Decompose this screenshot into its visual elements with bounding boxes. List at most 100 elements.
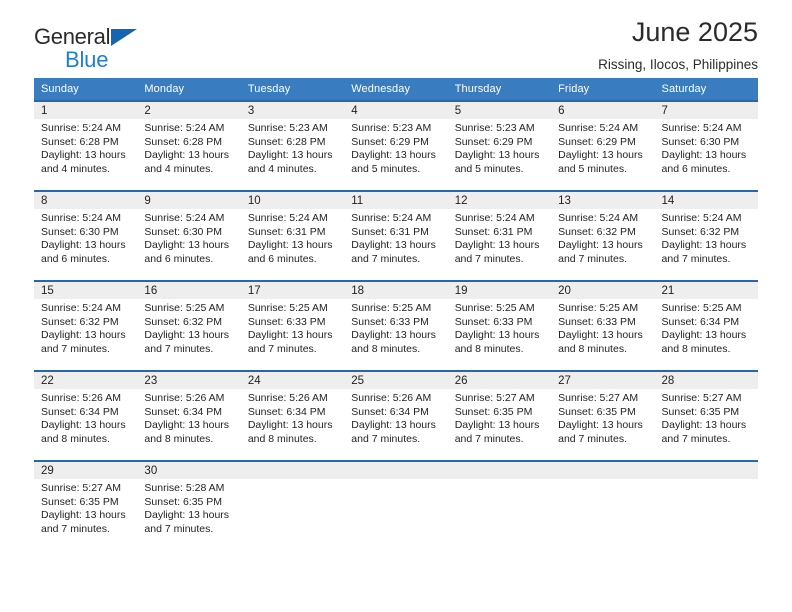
daylight-text-line1: Daylight: 13 hours: [144, 149, 230, 162]
daylight-text-line2: and 7 minutes.: [351, 252, 421, 265]
day-number: [447, 462, 552, 479]
sunset-text: Sunset: 6:35 PM: [41, 495, 119, 508]
daylight-text-line1: Daylight: 13 hours: [247, 419, 333, 432]
day-cell[interactable]: 10 Sunrise: 5:24 AM Sunset: 6:31 PM Dayligh…: [240, 190, 345, 281]
day-cell[interactable]: 24 Sunrise: 5:26 AM Sunset: 6:34 PM Dayligh…: [240, 370, 345, 461]
sunrise-text: Sunrise: 5:27 AM: [661, 392, 742, 404]
day-number: 29: [34, 462, 138, 479]
daylight-text-line1: Daylight: 13 hours: [558, 329, 643, 342]
page-header: General Blue June 2025 Rissing, Ilocos, …: [34, 0, 758, 78]
day-cell-inner: 6 Sunrise: 5:24 AM Sunset: 6:29 PM Daylight…: [551, 102, 655, 190]
sunrise-text: Sunrise: 5:24 AM: [41, 212, 121, 224]
day-cell[interactable]: 8 Sunrise: 5:24 AM Sunset: 6:30 PM Daylight…: [34, 190, 138, 281]
day-number: 23: [137, 372, 241, 389]
day-cell[interactable]: 27 Sunrise: 5:27 AM Sunset: 6:35 PM Dayligh…: [551, 370, 655, 461]
daylight-text-line2: and 7 minutes.: [41, 342, 110, 355]
daylight-text-line1: Daylight: 13 hours: [558, 239, 643, 252]
calendar-week-row: 22 Sunrise: 5:26 AM Sunset: 6:34 PM Dayligh…: [34, 370, 758, 461]
day-cell[interactable]: 11 Sunrise: 5:24 AM Sunset: 6:31 PM Dayligh…: [344, 190, 448, 281]
daylight-text-line1: Daylight: 13 hours: [454, 329, 540, 342]
day-cell[interactable]: 25 Sunrise: 5:26 AM Sunset: 6:34 PM Dayligh…: [344, 370, 448, 461]
day-cell[interactable]: 2 Sunrise: 5:24 AM Sunset: 6:28 PM Daylight…: [137, 100, 241, 191]
day-cell[interactable]: 22 Sunrise: 5:26 AM Sunset: 6:34 PM Dayligh…: [34, 370, 138, 461]
daylight-text-line2: and 6 minutes.: [144, 252, 214, 265]
daylight-text-line2: and 7 minutes.: [351, 432, 421, 445]
day-details: Sunrise: 5:26 AM Sunset: 6:34 PM Daylight:…: [34, 389, 137, 446]
day-cell-empty: [344, 460, 448, 550]
general-blue-logo[interactable]: General Blue: [34, 24, 138, 71]
daylight-text-line2: and 8 minutes.: [247, 432, 317, 445]
daylight-text-line1: Daylight: 13 hours: [247, 149, 333, 162]
day-details: Sunrise: 5:24 AM Sunset: 6:32 PM Daylight:…: [34, 299, 137, 356]
daylight-text-line2: and 7 minutes.: [454, 252, 524, 265]
day-cell[interactable]: 16 Sunrise: 5:25 AM Sunset: 6:32 PM Dayligh…: [137, 280, 241, 371]
sunset-text: Sunset: 6:31 PM: [351, 225, 429, 238]
day-cell[interactable]: 12 Sunrise: 5:24 AM Sunset: 6:31 PM Dayligh…: [447, 190, 552, 281]
day-number: 21: [654, 282, 758, 299]
day-cell[interactable]: 19 Sunrise: 5:25 AM Sunset: 6:33 PM Dayligh…: [447, 280, 552, 371]
day-cell[interactable]: 23 Sunrise: 5:26 AM Sunset: 6:34 PM Dayligh…: [137, 370, 241, 461]
day-cell[interactable]: 13 Sunrise: 5:24 AM Sunset: 6:32 PM Dayligh…: [551, 190, 655, 281]
weekday-header-saturday: Saturday: [654, 78, 758, 101]
day-cell-inner: 28 Sunrise: 5:27 AM Sunset: 6:35 PM Dayligh…: [654, 372, 758, 460]
daylight-text-line2: and 5 minutes.: [558, 162, 627, 175]
sunset-text: Sunset: 6:35 PM: [558, 405, 636, 418]
day-details: Sunrise: 5:25 AM Sunset: 6:33 PM Daylight:…: [448, 299, 551, 356]
day-details: Sunrise: 5:25 AM Sunset: 6:33 PM Daylight:…: [344, 299, 447, 356]
day-cell[interactable]: 5 Sunrise: 5:23 AM Sunset: 6:29 PM Daylight…: [447, 100, 552, 191]
daylight-text-line1: Daylight: 13 hours: [558, 149, 643, 162]
day-details: Sunrise: 5:26 AM Sunset: 6:34 PM Daylight:…: [344, 389, 447, 446]
sunset-text: Sunset: 6:30 PM: [144, 225, 223, 238]
day-number: 4: [344, 102, 448, 119]
day-cell-inner: 5 Sunrise: 5:23 AM Sunset: 6:29 PM Daylight…: [447, 102, 552, 190]
weekday-header-row: Sunday Monday Tuesday Wednesday Thursday…: [34, 78, 758, 101]
day-number: 18: [344, 282, 448, 299]
daylight-text-line2: and 5 minutes.: [454, 162, 524, 175]
day-cell-empty: [654, 460, 758, 550]
sunset-text: Sunset: 6:29 PM: [558, 135, 636, 148]
sunrise-text: Sunrise: 5:24 AM: [144, 122, 225, 134]
day-number: 8: [34, 192, 138, 209]
day-details: Sunrise: 5:25 AM Sunset: 6:34 PM Daylight:…: [655, 299, 758, 356]
day-cell[interactable]: 26 Sunrise: 5:27 AM Sunset: 6:35 PM Dayligh…: [447, 370, 552, 461]
day-cell[interactable]: 6 Sunrise: 5:24 AM Sunset: 6:29 PM Daylight…: [551, 100, 655, 191]
day-cell[interactable]: 17 Sunrise: 5:25 AM Sunset: 6:33 PM Dayligh…: [240, 280, 345, 371]
day-cell[interactable]: 20 Sunrise: 5:25 AM Sunset: 6:33 PM Dayligh…: [551, 280, 655, 371]
daylight-text-line1: Daylight: 13 hours: [661, 419, 747, 432]
day-details: Sunrise: 5:27 AM Sunset: 6:35 PM Daylight:…: [655, 389, 758, 446]
sunset-text: Sunset: 6:30 PM: [41, 225, 119, 238]
day-cell[interactable]: 4 Sunrise: 5:23 AM Sunset: 6:29 PM Daylight…: [344, 100, 448, 191]
daylight-text-line2: and 7 minutes.: [661, 432, 731, 445]
day-cell[interactable]: 14 Sunrise: 5:24 AM Sunset: 6:32 PM Dayligh…: [654, 190, 758, 281]
daylight-text-line1: Daylight: 13 hours: [247, 239, 333, 252]
day-cell[interactable]: 21 Sunrise: 5:25 AM Sunset: 6:34 PM Dayligh…: [654, 280, 758, 371]
daylight-text-line2: and 7 minutes.: [558, 252, 627, 265]
daylight-text-line2: and 4 minutes.: [41, 162, 110, 175]
calendar-page: General Blue June 2025 Rissing, Ilocos, …: [0, 0, 792, 612]
day-cell[interactable]: 30 Sunrise: 5:28 AM Sunset: 6:35 PM Dayligh…: [137, 460, 241, 550]
sunrise-text: Sunrise: 5:24 AM: [454, 212, 535, 224]
day-details: Sunrise: 5:24 AM Sunset: 6:32 PM Daylight:…: [655, 209, 758, 266]
day-cell-inner: 8 Sunrise: 5:24 AM Sunset: 6:30 PM Daylight…: [34, 192, 138, 280]
sunrise-sunset-calendar: Sunday Monday Tuesday Wednesday Thursday…: [34, 78, 758, 550]
day-details: Sunrise: 5:26 AM Sunset: 6:34 PM Daylight:…: [137, 389, 240, 446]
daylight-text-line2: and 5 minutes.: [351, 162, 421, 175]
day-cell[interactable]: 18 Sunrise: 5:25 AM Sunset: 6:33 PM Dayligh…: [344, 280, 448, 371]
daylight-text-line1: Daylight: 13 hours: [144, 239, 230, 252]
day-cell[interactable]: 7 Sunrise: 5:24 AM Sunset: 6:30 PM Daylight…: [654, 100, 758, 191]
day-number: 25: [344, 372, 448, 389]
weekday-header-sunday: Sunday: [34, 78, 138, 101]
weekday-header-friday: Friday: [551, 78, 655, 101]
logo-general-label: General: [34, 24, 111, 49]
day-number: 26: [447, 372, 552, 389]
day-cell[interactable]: 3 Sunrise: 5:23 AM Sunset: 6:28 PM Daylight…: [240, 100, 345, 191]
day-cell[interactable]: 28 Sunrise: 5:27 AM Sunset: 6:35 PM Dayligh…: [654, 370, 758, 461]
daylight-text-line1: Daylight: 13 hours: [41, 149, 126, 162]
sunset-text: Sunset: 6:28 PM: [41, 135, 119, 148]
day-cell[interactable]: 15 Sunrise: 5:24 AM Sunset: 6:32 PM Dayligh…: [34, 280, 138, 371]
day-cell[interactable]: 1 Sunrise: 5:24 AM Sunset: 6:28 PM Daylight…: [34, 100, 138, 191]
day-number: 20: [551, 282, 655, 299]
day-cell[interactable]: 29 Sunrise: 5:27 AM Sunset: 6:35 PM Dayligh…: [34, 460, 138, 550]
day-cell[interactable]: 9 Sunrise: 5:24 AM Sunset: 6:30 PM Daylight…: [137, 190, 241, 281]
day-cell-inner: 15 Sunrise: 5:24 AM Sunset: 6:32 PM Dayligh…: [34, 282, 138, 370]
